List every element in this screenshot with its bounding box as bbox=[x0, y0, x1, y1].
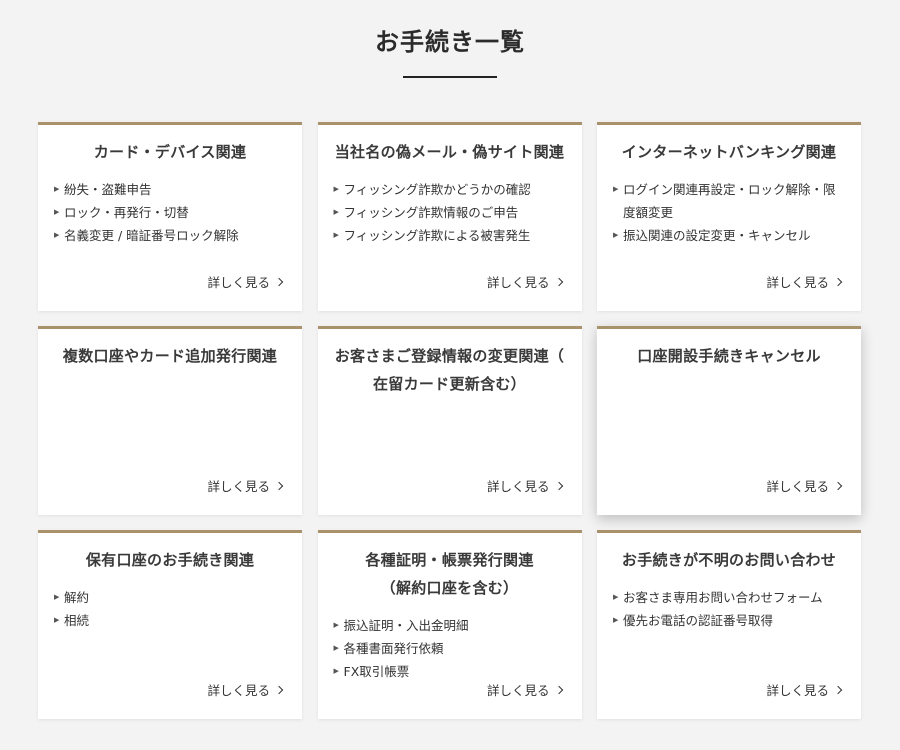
list-item[interactable]: ▶ ログイン関連再設定・ロック解除・限度額変更 bbox=[613, 178, 845, 224]
bullet-icon: ▶ bbox=[54, 185, 60, 193]
chevron-right-icon bbox=[833, 685, 843, 694]
card-title: お客さまご登録情報の変更関連（ 在留カード更新含む） bbox=[334, 347, 565, 393]
more-link[interactable]: 詳しく見る bbox=[207, 476, 284, 495]
bullet-icon: ▶ bbox=[54, 616, 60, 624]
more-link-label: 詳しく見る bbox=[486, 479, 550, 494]
card-link-list: ▶ お客さま専用お問い合わせフォーム ▶ 優先お電話の認証番号取得 bbox=[597, 574, 861, 632]
more-link-label: 詳しく見る bbox=[207, 479, 270, 494]
list-item-label: 名義変更 / 暗証番号ロック解除 bbox=[64, 228, 239, 243]
procedure-card[interactable]: カード・デバイス関連 ▶ 紛失・盗難申告 ▶ ロック・再発行・切替 ▶ 名義変更 / 暗証番… bbox=[38, 122, 302, 311]
list-item[interactable]: ▶ 各種書面発行依頼 bbox=[334, 637, 566, 660]
bullet-icon: ▶ bbox=[333, 644, 339, 652]
list-item[interactable]: ▶ 振込関連の設定変更・キャンセル bbox=[613, 224, 845, 247]
bullet-icon: ▶ bbox=[333, 667, 339, 675]
list-item-label: 各種書面発行依頼 bbox=[343, 641, 444, 656]
bullet-icon: ▶ bbox=[54, 593, 60, 601]
list-item[interactable]: ▶ お客さま専用お問い合わせフォーム bbox=[613, 586, 845, 609]
card-title: お手続きが不明のお問い合わせ bbox=[621, 551, 837, 569]
list-item-label: 振込証明・入出金明細 bbox=[343, 618, 469, 633]
chevron-right-icon bbox=[274, 277, 284, 286]
card-link-list: ▶ 紛失・盗難申告 ▶ ロック・再発行・切替 ▶ 名義変更 / 暗証番号ロック解除 bbox=[38, 166, 302, 247]
procedure-card[interactable]: お客さまご登録情報の変更関連（ 在留カード更新含む） 詳しく見る bbox=[317, 326, 582, 515]
chevron-right-icon bbox=[833, 481, 843, 490]
chevron-right-icon bbox=[274, 685, 284, 694]
list-item-label: フィッシング詐欺情報のご申告 bbox=[343, 205, 519, 220]
bullet-icon: ▶ bbox=[613, 593, 619, 601]
more-link[interactable]: 詳しく見る bbox=[766, 476, 843, 495]
more-link[interactable]: 詳しく見る bbox=[766, 680, 843, 699]
list-item[interactable]: ▶ 優先お電話の認証番号取得 bbox=[613, 609, 845, 632]
card-title: 当社名の偽メール・偽サイト関連 bbox=[334, 143, 565, 161]
list-item-label: お客さま専用お問い合わせフォーム bbox=[623, 590, 823, 605]
list-item[interactable]: ▶ 紛失・盗難申告 bbox=[54, 178, 286, 201]
bullet-icon: ▶ bbox=[333, 208, 339, 216]
more-link-label: 詳しく見る bbox=[207, 683, 270, 698]
chevron-right-icon bbox=[554, 277, 563, 286]
list-item-label: フィッシング詐欺かどうかの確認 bbox=[343, 182, 531, 197]
list-item-label: 紛失・盗難申告 bbox=[64, 182, 152, 197]
card-link-list: ▶ 解約 ▶ 相続 bbox=[38, 574, 302, 632]
card-title: 保有口座のお手続き関連 bbox=[85, 551, 255, 569]
more-link[interactable]: 詳しく見る bbox=[207, 680, 284, 699]
card-title: インターネットバンキング関連 bbox=[621, 143, 837, 161]
more-link-label: 詳しく見る bbox=[766, 275, 829, 290]
list-item[interactable]: ▶ 解約 bbox=[54, 586, 286, 609]
procedure-card[interactable]: 複数口座やカード追加発行関連詳しく見る bbox=[38, 326, 302, 515]
list-item[interactable]: ▶ フィッシング詐欺かどうかの確認 bbox=[334, 178, 566, 201]
more-link[interactable]: 詳しく見る bbox=[486, 476, 563, 495]
bullet-icon: ▶ bbox=[333, 621, 339, 629]
list-item[interactable]: ▶ ロック・再発行・切替 bbox=[54, 201, 286, 224]
card-title: 複数口座やカード追加発行関連 bbox=[62, 347, 278, 365]
list-item-label: 解約 bbox=[64, 590, 90, 605]
list-item-label: ログイン関連再設定・ロック解除・限度額変更 bbox=[623, 182, 836, 220]
list-item[interactable]: ▶ 名義変更 / 暗証番号ロック解除 bbox=[54, 224, 286, 247]
more-link[interactable]: 詳しく見る bbox=[207, 272, 284, 291]
bullet-icon: ▶ bbox=[333, 185, 339, 193]
card-title: カード・デバイス関連 bbox=[93, 143, 247, 161]
page-title: お手続き一覧 bbox=[375, 28, 525, 56]
bullet-icon: ▶ bbox=[613, 185, 619, 193]
more-link-label: 詳しく見る bbox=[207, 275, 270, 290]
more-link[interactable]: 詳しく見る bbox=[486, 680, 563, 699]
card-link-list: ▶ フィッシング詐欺かどうかの確認 ▶ フィッシング詐欺情報のご申告 ▶ フィッシング詐欺… bbox=[318, 166, 582, 247]
bullet-icon: ▶ bbox=[54, 231, 60, 239]
more-link-label: 詳しく見る bbox=[486, 275, 550, 290]
procedure-card[interactable]: 各種証明・帳票発行関連 （解約口座を含む） ▶ 振込証明・入出金明細 ▶ 各種書面発行依頼… bbox=[317, 530, 582, 719]
chevron-right-icon bbox=[274, 481, 284, 490]
procedure-card[interactable]: 当社名の偽メール・偽サイト関連 ▶ フィッシング詐欺かどうかの確認 ▶ フィッシング詐欺… bbox=[317, 122, 582, 311]
list-item-label: ロック・再発行・切替 bbox=[64, 205, 189, 220]
more-link[interactable]: 詳しく見る bbox=[766, 272, 843, 291]
procedure-card[interactable]: お手続きが不明のお問い合わせ ▶ お客さま専用お問い合わせフォーム ▶ 優先お電話の認証… bbox=[597, 530, 861, 719]
list-item-label: 優先お電話の認証番号取得 bbox=[623, 613, 774, 628]
more-link[interactable]: 詳しく見る bbox=[486, 272, 563, 291]
chevron-right-icon bbox=[833, 277, 843, 286]
chevron-right-icon bbox=[554, 685, 563, 694]
list-item[interactable]: ▶ フィッシング詐欺による被害発生 bbox=[334, 224, 566, 247]
list-item-label: FX取引帳票 bbox=[343, 664, 410, 679]
procedure-card-grid: カード・デバイス関連 ▶ 紛失・盗難申告 ▶ ロック・再発行・切替 ▶ 名義変更 / 暗証番… bbox=[38, 122, 861, 719]
list-item-label: 相続 bbox=[64, 613, 90, 628]
procedures-page: お手続き一覧 カード・デバイス関連 ▶ 紛失・盗難申告 ▶ ロック・再発行・切替 ▶ 名義変… bbox=[0, 0, 900, 750]
bullet-icon: ▶ bbox=[613, 231, 619, 239]
list-item[interactable]: ▶ 振込証明・入出金明細 bbox=[334, 614, 566, 637]
title-underline bbox=[403, 76, 497, 78]
more-link-label: 詳しく見る bbox=[766, 683, 829, 698]
list-item-label: フィッシング詐欺による被害発生 bbox=[343, 228, 531, 243]
procedure-card[interactable]: 口座開設手続きキャンセル詳しく見る bbox=[597, 326, 861, 515]
more-link-label: 詳しく見る bbox=[766, 479, 829, 494]
bullet-icon: ▶ bbox=[54, 208, 60, 216]
procedure-card[interactable]: 保有口座のお手続き関連 ▶ 解約 ▶ 相続詳しく見る bbox=[38, 530, 302, 719]
card-link-list: ▶ 振込証明・入出金明細 ▶ 各種書面発行依頼 ▶ FX取引帳票 bbox=[318, 602, 582, 683]
card-title: 口座開設手続きキャンセル bbox=[637, 347, 821, 365]
chevron-right-icon bbox=[554, 481, 563, 490]
bullet-icon: ▶ bbox=[613, 616, 619, 624]
more-link-label: 詳しく見る bbox=[486, 683, 550, 698]
list-item[interactable]: ▶ フィッシング詐欺情報のご申告 bbox=[334, 201, 566, 224]
list-item-label: 振込関連の設定変更・キャンセル bbox=[623, 228, 811, 243]
card-title: 各種証明・帳票発行関連 （解約口座を含む） bbox=[365, 551, 534, 597]
procedure-card[interactable]: インターネットバンキング関連 ▶ ログイン関連再設定・ロック解除・限度額変更 ▶ 振込関… bbox=[597, 122, 861, 311]
bullet-icon: ▶ bbox=[333, 231, 339, 239]
card-link-list: ▶ ログイン関連再設定・ロック解除・限度額変更 ▶ 振込関連の設定変更・キャンセル bbox=[597, 166, 861, 247]
list-item[interactable]: ▶ 相続 bbox=[54, 609, 286, 632]
